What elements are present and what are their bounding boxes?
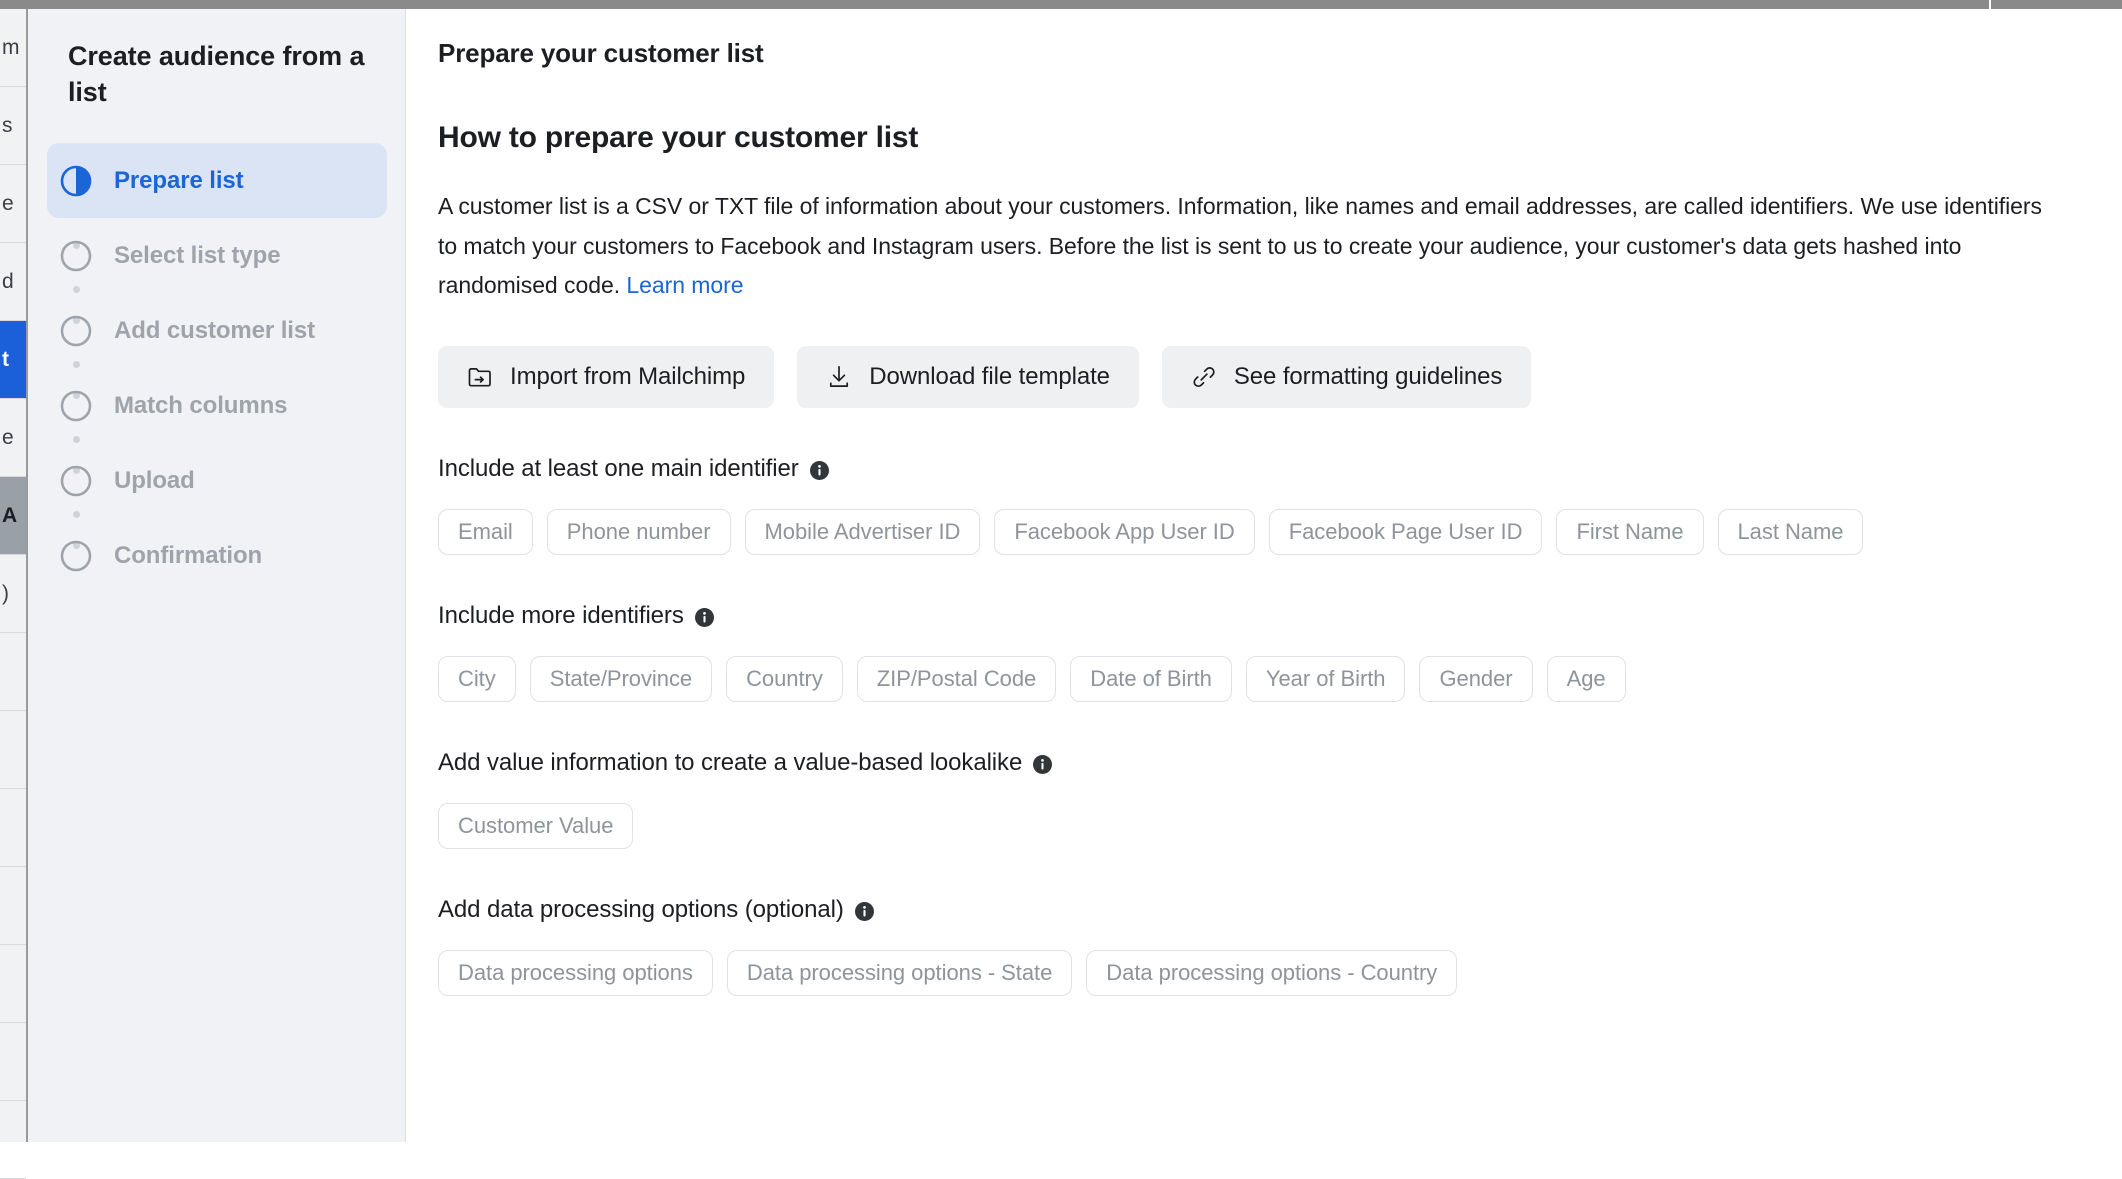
sidebar-item-select-list-type[interactable]: Select list type [28,218,405,293]
sidebar-item-upload[interactable]: Upload [28,443,405,518]
background-table-row [0,633,26,711]
background-table-row [0,711,26,789]
see-formatting-guidelines-button[interactable]: See formatting guidelines [1162,346,1531,408]
learn-more-link[interactable]: Learn more [626,272,743,298]
chip-row: Data processing options Data processing … [438,950,2090,996]
background-table-row: e [0,399,26,477]
dialog-content: Prepare your customer list How to prepar… [406,9,2122,1142]
identifier-chip-data-processing-options[interactable]: Data processing options [438,950,713,996]
folder-import-icon [467,364,493,390]
identifier-chip-zip-postal-code[interactable]: ZIP/Postal Code [857,656,1056,702]
sidebar-item-label: Match columns [114,392,287,420]
background-table-row [0,789,26,867]
background-table-row: ) [0,555,26,633]
value-information-section: Add value information to create a value-… [438,749,2090,849]
identifier-chip-data-processing-options-state[interactable]: Data processing options - State [727,950,1072,996]
link-icon [1191,364,1217,390]
section-label: Add data processing options (optional) [438,896,844,924]
section-heading-row: Add value information to create a value-… [438,749,2090,777]
identifier-chip-gender[interactable]: Gender [1419,656,1532,702]
section-heading: How to prepare your customer list [438,121,2090,155]
background-top-bar-divider [1989,0,1991,9]
dialog-title: Create audience from a list [28,9,405,110]
content-header: Prepare your customer list [406,9,2122,97]
identifier-chip-city[interactable]: City [438,656,516,702]
stepper-list: Prepare list Select list type [28,143,405,593]
download-file-template-button[interactable]: Download file template [797,346,1139,408]
button-label: Import from Mailchimp [510,363,745,391]
identifier-chip-customer-value[interactable]: Customer Value [438,803,633,849]
identifier-chip-mobile-advertiser-id[interactable]: Mobile Advertiser ID [745,509,981,555]
background-table-row [0,1101,26,1179]
empty-circle-icon [60,390,92,422]
section-label: Include at least one main identifier [438,455,799,483]
identifier-chip-year-of-birth[interactable]: Year of Birth [1246,656,1406,702]
info-icon[interactable] [810,459,829,478]
section-heading-row: Add data processing options (optional) [438,896,2090,924]
create-audience-dialog: Create audience from a list [28,9,2122,1142]
sidebar-item-label: Confirmation [114,542,262,570]
section-label: Include more identifiers [438,602,684,630]
section-heading-row: Include more identifiers [438,602,2090,630]
half-filled-circle-icon [60,165,92,197]
chip-row: City State/Province Country ZIP/Postal C… [438,656,2090,702]
background-top-bar [0,0,2122,9]
identifier-chip-state-province[interactable]: State/Province [530,656,712,702]
sidebar-item-confirmation[interactable]: Confirmation [28,518,405,593]
info-icon[interactable] [855,900,874,919]
sidebar-item-add-customer-list[interactable]: Add customer list [28,293,405,368]
sidebar-item-prepare-list[interactable]: Prepare list [28,143,405,218]
more-identifiers-section: Include more identifiers City State/Prov… [438,602,2090,702]
sidebar-item-match-columns[interactable]: Match columns [28,368,405,443]
info-icon[interactable] [695,606,714,625]
intro-paragraph: A customer list is a CSV or TXT file of … [438,187,2048,306]
identifier-chip-facebook-app-user-id[interactable]: Facebook App User ID [994,509,1254,555]
identifier-chip-data-processing-options-country[interactable]: Data processing options - Country [1086,950,1457,996]
chip-row: Email Phone number Mobile Advertiser ID … [438,509,2090,555]
identifier-chip-facebook-page-user-id[interactable]: Facebook Page User ID [1269,509,1543,555]
background-table-row [0,867,26,945]
identifier-chip-email[interactable]: Email [438,509,533,555]
button-label: See formatting guidelines [1234,363,1502,391]
empty-circle-icon [60,315,92,347]
button-label: Download file template [869,363,1110,391]
empty-circle-icon [60,465,92,497]
sidebar-item-label: Select list type [114,242,280,270]
content-body: How to prepare your customer list A cust… [406,97,2122,996]
background-table-row [0,945,26,1023]
background-table-row: A [0,477,26,555]
action-button-row: Import from Mailchimp Download file temp… [438,346,2090,408]
info-icon[interactable] [1033,753,1052,772]
background-table: msedteA) [0,9,26,1142]
background-table-row: t [0,321,26,399]
sidebar-item-label: Add customer list [114,317,315,345]
empty-circle-icon [60,240,92,272]
identifier-chip-date-of-birth[interactable]: Date of Birth [1070,656,1232,702]
empty-circle-icon [60,540,92,572]
data-processing-options-section: Add data processing options (optional) D… [438,896,2090,996]
identifier-chip-country[interactable]: Country [726,656,843,702]
page-title: Prepare your customer list [438,38,764,69]
background-table-row: s [0,87,26,165]
section-heading-row: Include at least one main identifier [438,455,2090,483]
stepper-rail: Create audience from a list [28,9,406,1142]
identifier-chip-age[interactable]: Age [1547,656,1626,702]
background-table-row [0,1023,26,1101]
main-identifiers-section: Include at least one main identifier Ema… [438,455,2090,555]
sidebar-item-label: Upload [114,467,195,495]
background-table-row: e [0,165,26,243]
identifier-chip-phone-number[interactable]: Phone number [547,509,731,555]
identifier-chip-last-name[interactable]: Last Name [1718,509,1864,555]
sidebar-item-label: Prepare list [114,167,244,195]
background-table-row: d [0,243,26,321]
step-highlight [47,443,387,518]
download-icon [826,364,852,390]
section-label: Add value information to create a value-… [438,749,1022,777]
chip-row: Customer Value [438,803,2090,849]
identifier-chip-first-name[interactable]: First Name [1556,509,1703,555]
background-table-row: m [0,9,26,87]
import-from-mailchimp-button[interactable]: Import from Mailchimp [438,346,774,408]
